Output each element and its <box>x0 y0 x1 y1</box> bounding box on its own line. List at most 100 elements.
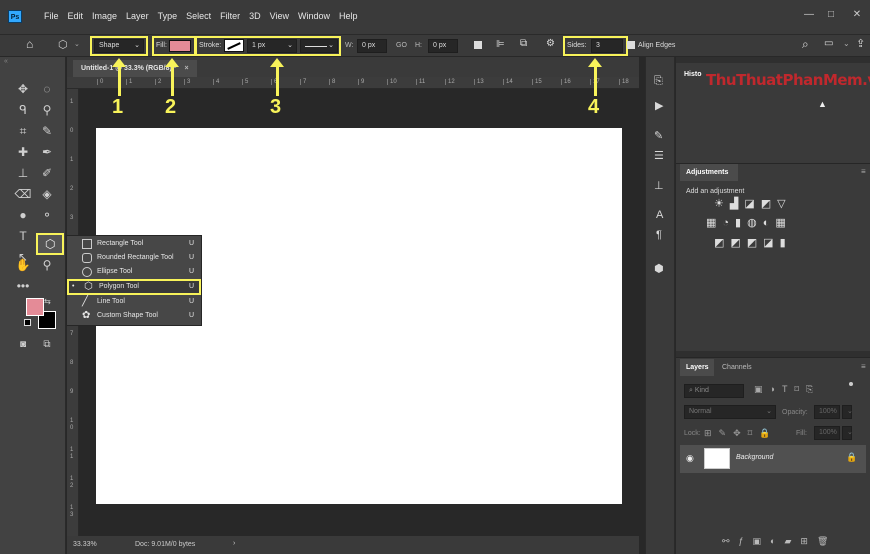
history-tab[interactable]: Histo <box>684 71 702 78</box>
hand-tool-icon[interactable]: ✋ <box>12 255 34 275</box>
search-icon[interactable]: ⌕ <box>802 37 809 52</box>
adjustments-tab[interactable]: Adjustments <box>686 169 728 176</box>
paragraph-icon[interactable]: ¶ <box>656 229 662 241</box>
menu-select[interactable]: Select <box>186 11 211 21</box>
stroke-swatch[interactable] <box>224 39 244 52</box>
minimize-button[interactable]: — <box>798 6 820 24</box>
path-alignment-icon[interactable]: ⊫ <box>496 39 505 50</box>
share-icon[interactable]: ⇪ <box>856 37 865 50</box>
flyout-custom-shape-tool[interactable]: ✿ Custom Shape Tool U <box>67 309 201 323</box>
path-operations-icon[interactable] <box>474 41 482 49</box>
paint-bucket-tool-icon[interactable]: ◈ <box>36 184 58 204</box>
layer-filter-icons[interactable]: ▣◑T⌑⎘ <box>754 384 820 395</box>
menu-3d[interactable]: 3D <box>249 11 261 21</box>
menu-image[interactable]: Image <box>92 11 117 21</box>
foreground-color-swatch[interactable] <box>26 298 44 316</box>
flyout-rounded-rectangle-tool[interactable]: Rounded Rectangle Tool U <box>67 251 201 265</box>
menu-view[interactable]: View <box>270 11 289 21</box>
zoom-level[interactable]: 33.33% <box>73 541 97 548</box>
dodge-tool-icon[interactable]: ⚬ <box>36 205 58 225</box>
sides-input[interactable]: 3 <box>591 39 623 53</box>
clone-stamp-tool-icon[interactable]: ⊥ <box>12 163 34 183</box>
healing-brush-tool-icon[interactable]: ✚ <box>12 142 34 162</box>
zoom-tool-icon[interactable]: ⚲ <box>36 255 58 275</box>
preset-chevron-down-icon[interactable]: ⌄ <box>74 40 80 48</box>
layers-footer-icons[interactable]: ⚯ƒ▣◐▰⊞🗑 <box>722 536 837 547</box>
quick-mask-icon[interactable]: ◙ <box>12 335 34 355</box>
menu-type[interactable]: Type <box>158 11 178 21</box>
flyout-rectangle-tool[interactable]: Rectangle Tool U <box>67 237 201 251</box>
stroke-width-input[interactable]: 1 px ⌄ <box>247 39 297 53</box>
opacity-chevron-down-icon[interactable]: ⌄ <box>842 405 853 419</box>
move-tool-icon[interactable]: ✥ <box>12 79 34 99</box>
workspace-chevron-down-icon[interactable]: ⌄ <box>843 39 850 48</box>
filter-toggle-icon[interactable] <box>849 382 853 386</box>
link-dimensions-icon[interactable]: GO <box>396 38 407 54</box>
eyedropper-tool-icon[interactable]: ✎ <box>36 121 58 141</box>
channels-tab[interactable]: Channels <box>722 364 752 371</box>
clone-source-icon[interactable]: ⊥ <box>654 179 664 192</box>
home-icon[interactable]: ⌂ <box>26 37 33 51</box>
properties-icon[interactable]: ☰ <box>654 149 664 162</box>
menu-filter[interactable]: Filter <box>220 11 240 21</box>
fill-opacity-chevron-down-icon[interactable]: ⌄ <box>842 426 853 440</box>
menu-edit[interactable]: Edit <box>68 11 84 21</box>
collapse-panel-icon[interactable]: « <box>4 58 8 65</box>
menu-help[interactable]: Help <box>339 11 358 21</box>
status-menu-arrow-icon[interactable]: › <box>233 540 235 547</box>
close-button[interactable]: ✕ <box>846 6 868 24</box>
opacity-input[interactable]: 100% <box>814 405 840 419</box>
maximize-button[interactable]: □ <box>820 6 842 24</box>
gear-icon[interactable]: ⚙ <box>546 38 555 49</box>
lock-icons[interactable]: ⊞✎✥⌑🔒 <box>704 428 777 439</box>
layers-tab[interactable]: Layers <box>686 364 709 371</box>
brush-settings-icon[interactable]: ✎ <box>654 129 663 142</box>
layer-row-background[interactable]: ◉ Background 🔒 <box>680 445 866 473</box>
filter-kind-select[interactable]: ⌕ Kind <box>684 384 744 398</box>
default-colors-icon[interactable] <box>24 319 31 326</box>
shape-tool-button[interactable]: ⬡ <box>36 233 64 255</box>
mode-select[interactable]: Shape ⌄ <box>94 39 144 53</box>
menu-layer[interactable]: Layer <box>126 11 149 21</box>
adjustment-icons-row-1[interactable]: ☀▟◪◩▽ <box>714 197 792 210</box>
height-input[interactable]: 0 px <box>428 39 458 53</box>
history-panel-icon[interactable]: ⎘ <box>654 75 663 88</box>
eraser-tool-icon[interactable]: ⌫ <box>12 184 34 204</box>
blend-mode-select[interactable]: Normal ⌄ <box>684 405 776 419</box>
flyout-ellipse-tool[interactable]: Ellipse Tool U <box>67 265 201 279</box>
screen-mode-icon[interactable]: ⧉ <box>36 335 58 355</box>
adjustment-icons-row-3[interactable]: ◩◩◩◪▮ <box>714 236 792 249</box>
lasso-tool-icon[interactable]: ᑫ <box>12 100 34 120</box>
ruler-top-tick: 11 <box>416 79 425 85</box>
stroke-type-select[interactable]: ⌄ <box>300 39 338 53</box>
workspace-icon[interactable]: ▭ <box>824 38 833 49</box>
brush-tool-icon[interactable]: ✒ <box>36 142 58 162</box>
path-arrangement-icon[interactable]: ⧉ <box>520 38 527 49</box>
marquee-tool-icon[interactable]: ◌ <box>36 79 58 99</box>
layers-menu-icon[interactable]: ≡ <box>861 362 866 371</box>
layer-name[interactable]: Background <box>736 454 773 461</box>
fill-swatch[interactable] <box>169 40 191 52</box>
eye-visibility-icon[interactable]: ◉ <box>686 453 694 464</box>
flyout-line-tool[interactable]: ╱ Line Tool U <box>67 295 201 309</box>
menu-file[interactable]: File <box>44 11 59 21</box>
flyout-polygon-tool[interactable]: • ⬡ Polygon Tool U <box>67 279 201 295</box>
swap-colors-icon[interactable]: ⇆ <box>44 297 51 306</box>
3d-icon[interactable]: ⬢ <box>654 262 664 275</box>
close-tab-icon[interactable]: × <box>184 65 188 72</box>
fill-opacity-input[interactable]: 100% <box>814 426 840 440</box>
adjustment-icons-row-2[interactable]: ▦◔▮◍◐▦ <box>706 216 792 229</box>
polygon-tool-preset-icon[interactable]: ⬡ <box>58 38 68 51</box>
more-tools-icon[interactable]: ••• <box>12 276 34 296</box>
menu-window[interactable]: Window <box>298 11 330 21</box>
blur-tool-icon[interactable]: ● <box>12 205 34 225</box>
crop-tool-icon[interactable]: ⌗ <box>12 121 34 141</box>
character-icon[interactable]: A <box>656 209 663 221</box>
align-edges-checkbox[interactable] <box>627 41 635 49</box>
history-brush-tool-icon[interactable]: ✐ <box>36 163 58 183</box>
type-tool-icon[interactable]: T <box>12 226 34 246</box>
panel-menu-icon[interactable]: ≡ <box>861 167 866 176</box>
quick-selection-tool-icon[interactable]: ⚲ <box>36 100 58 120</box>
width-input[interactable]: 0 px <box>357 39 387 53</box>
actions-play-icon[interactable]: ▶ <box>655 99 663 112</box>
